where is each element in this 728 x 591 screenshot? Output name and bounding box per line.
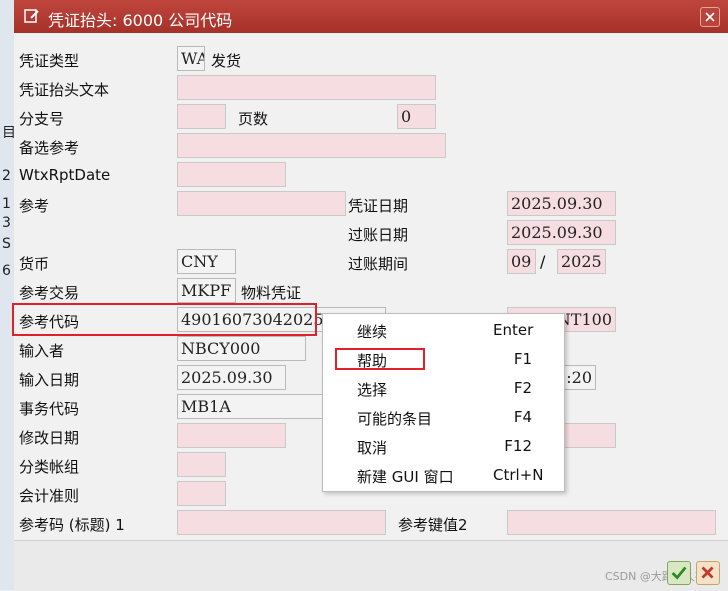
ref-code-label: 参考码 (标题) 1	[19, 516, 125, 534]
branch-label: 分支号	[19, 110, 65, 128]
dialog-title: 凭证抬头: 6000 公司代码	[48, 11, 233, 30]
post-date-label: 过账日期	[348, 226, 409, 244]
currency-label: 货币	[19, 255, 50, 273]
confirm-button[interactable]	[667, 561, 691, 585]
acct-principle-field[interactable]	[177, 481, 226, 506]
post-date-field[interactable]: 2025.09.30	[507, 220, 616, 245]
reference-field[interactable]	[177, 191, 346, 216]
menu-item-shortcut: Ctrl+N	[493, 466, 544, 484]
cancel-button[interactable]	[696, 561, 720, 585]
menu-item-label: 取消	[357, 439, 388, 457]
menu-item-help[interactable]: 帮助 F1	[323, 345, 564, 374]
period-year-field[interactable]: 2025	[557, 249, 606, 274]
ref-tx-label: 参考交易	[19, 284, 80, 302]
alt-ref-field[interactable]	[177, 133, 446, 158]
menu-item-label: 继续	[357, 323, 388, 341]
tcode-label: 事务代码	[19, 400, 80, 418]
pages-field[interactable]: 0	[397, 104, 436, 129]
branch-field[interactable]	[177, 104, 226, 129]
acct-principle-label: 会计准则	[19, 487, 80, 505]
edit-document-icon	[24, 9, 39, 23]
bg-char: 6	[2, 263, 11, 279]
menu-item-new-gui-window[interactable]: 新建 GUI 窗口 Ctrl+N	[323, 461, 564, 490]
menu-item-shortcut: F4	[513, 408, 532, 426]
ref-key2-field[interactable]	[507, 510, 716, 535]
entered-by-label: 输入者	[19, 342, 65, 360]
menu-item-label: 可能的条目	[357, 410, 433, 428]
doc-type-label: 凭证类型	[19, 52, 80, 70]
menu-item-cancel[interactable]: 取消 F12	[323, 432, 564, 461]
context-menu: 继续 Enter 帮助 F1 选择 F2 可能的条目 F4 取消 F12 新建 …	[322, 313, 565, 492]
menu-item-label: 新建 GUI 窗口	[357, 468, 454, 486]
menu-item-continue[interactable]: 继续 Enter	[323, 316, 564, 345]
alt-ref-label: 备选参考	[19, 139, 80, 157]
menu-item-shortcut: Enter	[493, 321, 534, 339]
background-window-edge: 目 2 1 3 S 6	[0, 0, 16, 590]
change-date-field[interactable]	[177, 423, 286, 448]
bg-char: 3	[2, 215, 11, 231]
doc-type-desc: 发货	[211, 52, 242, 70]
wtx-field[interactable]	[177, 162, 286, 187]
menu-item-possible-entries[interactable]: 可能的条目 F4	[323, 403, 564, 432]
ref-key-label: 参考代码	[19, 313, 80, 331]
wtx-label: WtxRptDate	[19, 166, 111, 184]
tcode-field[interactable]: MB1A	[177, 394, 326, 419]
period-month-field[interactable]: 09	[507, 249, 536, 274]
doc-type-field[interactable]: WA	[177, 46, 205, 71]
doc-date-label: 凭证日期	[348, 197, 409, 215]
ref-code-field[interactable]	[177, 510, 386, 535]
document-header-dialog: 凭证抬头: 6000 公司代码 凭证类型 WA 发货 凭证抬头文本 分支号 页数…	[14, 0, 728, 591]
menu-item-select[interactable]: 选择 F2	[323, 374, 564, 403]
ledger-group-field[interactable]	[177, 452, 226, 477]
title-bar: 凭证抬头: 6000 公司代码	[14, 0, 728, 33]
cancel-icon	[701, 566, 714, 579]
pages-label: 页数	[238, 110, 269, 128]
reference-label: 参考	[19, 197, 50, 215]
menu-item-shortcut: F2	[513, 379, 532, 397]
period-label: 过账期间	[348, 255, 409, 273]
entry-date-label: 输入日期	[19, 371, 80, 389]
ref-tx-desc: 物料凭证	[241, 284, 302, 302]
bg-char: 1	[2, 196, 11, 212]
menu-item-shortcut: F12	[504, 437, 532, 455]
menu-item-label: 选择	[357, 381, 388, 399]
ledger-group-label: 分类帐组	[19, 458, 80, 476]
close-button[interactable]	[700, 7, 720, 27]
close-icon	[705, 12, 715, 22]
header-text-label: 凭证抬头文本	[19, 81, 110, 99]
period-separator: /	[540, 252, 546, 271]
ref-tx-field[interactable]: MKPF	[177, 278, 236, 303]
menu-item-shortcut: F1	[513, 350, 532, 368]
bg-char: 2	[2, 168, 11, 184]
entry-date-field[interactable]: 2025.09.30	[177, 365, 286, 390]
header-text-field[interactable]	[177, 75, 436, 100]
entered-by-field[interactable]: NBCY000	[177, 336, 306, 361]
ref-key2-label: 参考键值2	[398, 516, 468, 534]
currency-field[interactable]: CNY	[177, 249, 236, 274]
menu-item-label: 帮助	[357, 352, 388, 370]
change-date-right-field[interactable]	[563, 423, 616, 448]
bg-char: S	[2, 236, 11, 252]
change-date-label: 修改日期	[19, 429, 80, 447]
doc-date-field[interactable]: 2025.09.30	[507, 191, 616, 216]
check-icon	[671, 566, 687, 580]
